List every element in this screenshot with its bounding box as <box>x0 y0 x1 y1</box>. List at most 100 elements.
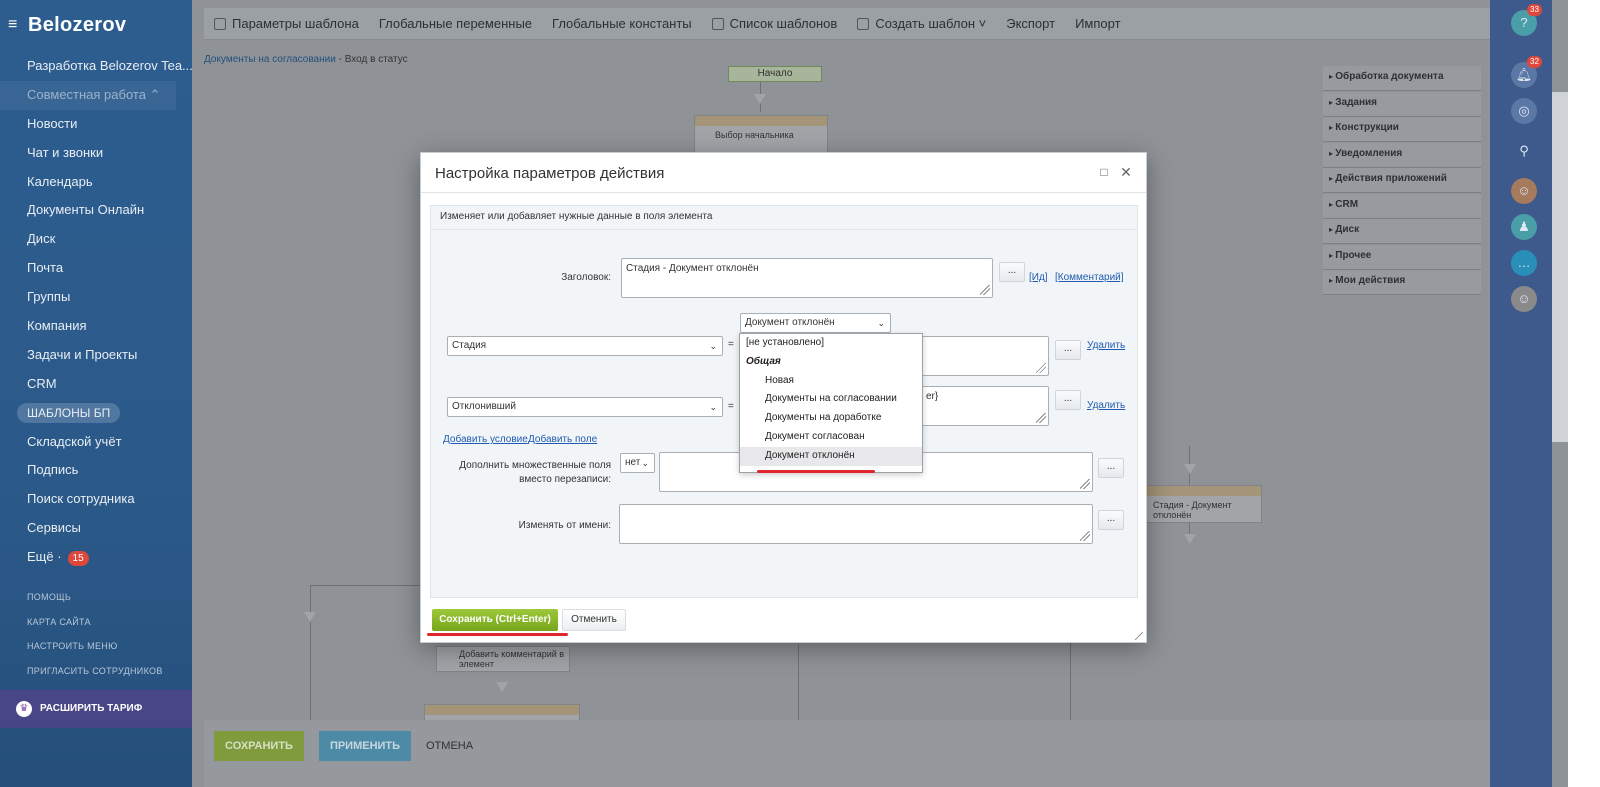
nav-item-services[interactable]: Сервисы <box>0 514 192 543</box>
field2-textarea[interactable]: er} <box>921 386 1049 426</box>
stage-dropdown-list[interactable]: [не установлено] Общая Новая Документы н… <box>739 333 923 473</box>
save-template-button[interactable]: СОХРАНИТЬ <box>214 731 304 761</box>
contact-avatar[interactable]: ☺ <box>1511 286 1537 312</box>
configure-menu-link[interactable]: НАСТРОИТЬ МЕНЮ <box>27 641 163 666</box>
nav-item-news[interactable]: Новости <box>0 110 192 139</box>
field2-delete-link[interactable]: Удалить <box>1087 400 1125 411</box>
activity-group-crm[interactable]: CRM <box>1323 193 1481 219</box>
dropdown-option[interactable]: [не установлено] <box>740 334 922 353</box>
activity-group-app-actions[interactable]: Действия приложений <box>1323 168 1481 193</box>
cancel-button[interactable]: Отменить <box>562 609 626 631</box>
activity-group-constructions[interactable]: Конструкции <box>1323 117 1481 142</box>
nav-item-employee-search[interactable]: Поиск сотрудника <box>0 485 192 514</box>
save-button[interactable]: Сохранить (Ctrl+Enter) <box>432 609 558 631</box>
team-icon[interactable]: ♟ <box>1511 214 1537 240</box>
maximize-icon[interactable]: □ <box>1098 166 1110 178</box>
add-condition-link[interactable]: Добавить условие <box>443 434 528 445</box>
activity-group-tasks[interactable]: Задания <box>1323 91 1481 117</box>
logo[interactable]: ≡ Belozerov <box>8 14 126 37</box>
resize-grip-icon[interactable] <box>1036 363 1046 373</box>
field1-select[interactable]: Стадия ⌄ <box>447 336 723 356</box>
id-link[interactable]: [Ид] <box>1029 272 1048 283</box>
dropdown-option[interactable]: Новая <box>740 372 922 391</box>
flow-block-header <box>425 705 579 715</box>
flow-start-node[interactable]: Начало <box>728 66 822 82</box>
nav-item-chat[interactable]: Чат и звонки <box>0 139 192 168</box>
nav-item-collaboration[interactable]: Совместная работа ⌃ <box>0 80 176 110</box>
flow-block-select-boss[interactable]: Выбор начальника <box>694 115 828 155</box>
dropdown-option[interactable]: Документ согласован <box>740 428 922 447</box>
cancel-template-button[interactable]: ОТМЕНА <box>426 731 473 761</box>
nav-item-more[interactable]: Ещё · 15 <box>0 543 192 572</box>
chevron-down-icon: ⌄ <box>641 458 649 468</box>
flow-block-add-comment[interactable]: Добавить комментарий в элемент <box>436 646 570 672</box>
resize-grip-icon[interactable] <box>1036 413 1046 423</box>
help-link[interactable]: ПОМОЩЬ <box>27 592 163 617</box>
add-field-link[interactable]: Добавить поле <box>528 434 597 445</box>
avatar[interactable]: ☺ <box>1511 178 1537 204</box>
apply-template-button[interactable]: ПРИМЕНИТЬ <box>319 731 411 761</box>
flow-block-next[interactable] <box>424 704 580 721</box>
menu-icon[interactable]: ≡ <box>8 16 22 34</box>
nav-item-disk[interactable]: Диск <box>0 225 192 254</box>
breadcrumb-link[interactable]: Документы на согласовании <box>204 54 336 65</box>
nav-item-warehouse[interactable]: Складской учёт <box>0 428 192 457</box>
activity-group-notifications[interactable]: Уведомления <box>1323 142 1481 168</box>
dropdown-option[interactable]: Документы на доработке <box>740 409 922 428</box>
help-icon[interactable]: ? 33 <box>1511 4 1542 36</box>
toolbar-template-params[interactable]: Параметры шаблона <box>214 16 359 31</box>
left-sidebar: ≡ Belozerov Разработка Belozerov Tea... С… <box>0 0 192 787</box>
toolbar-import[interactable]: Импорт <box>1075 16 1120 31</box>
nav-item-docs-online[interactable]: Документы Онлайн <box>0 196 192 225</box>
globe-icon[interactable]: ◎ <box>1511 98 1537 124</box>
activity-group-my-actions[interactable]: Мои действия <box>1323 270 1481 295</box>
nav-item-mail[interactable]: Почта <box>0 254 192 283</box>
field1-textarea[interactable] <box>921 336 1049 376</box>
change-from-textarea[interactable] <box>619 504 1093 544</box>
stage-value-select[interactable]: Документ отклонён ⌄ <box>740 313 891 333</box>
nav-item-company[interactable]: Компания <box>0 312 192 341</box>
toolbar-create-template[interactable]: Создать шаблон ˅ <box>857 16 986 31</box>
toolbar-template-list[interactable]: Список шаблонов <box>711 16 837 31</box>
change-from-label: Изменять от имени: <box>518 520 611 531</box>
chat-icon[interactable]: … <box>1511 250 1537 276</box>
scrollbar-thumb[interactable] <box>1552 92 1568 442</box>
nav-item-crm[interactable]: CRM <box>0 370 192 399</box>
activity-group-document-processing[interactable]: Обработка документа <box>1323 66 1481 91</box>
resize-grip-icon[interactable] <box>1080 479 1090 489</box>
nav-item-groups[interactable]: Группы <box>0 283 192 312</box>
change-from-dots-button[interactable]: ... <box>1098 510 1124 530</box>
toolbar-export[interactable]: Экспорт <box>1006 16 1055 31</box>
chevron-down-icon: ⌄ <box>709 341 717 351</box>
bell-icon[interactable]: 🔔︎ 32 <box>1511 56 1542 88</box>
activity-group-other[interactable]: Прочее <box>1323 244 1481 270</box>
close-icon[interactable]: ✕ <box>1120 165 1132 179</box>
resize-grip-icon[interactable] <box>1080 531 1090 541</box>
nav-item-signature[interactable]: Подпись <box>0 456 192 485</box>
nav-item-bp-templates[interactable]: ШАБЛОНЫ БП <box>0 399 192 428</box>
field1-dots-button[interactable]: ... <box>1055 340 1081 360</box>
dropdown-option[interactable]: Документы на согласовании <box>740 390 922 409</box>
toolbar-global-variables[interactable]: Глобальные переменные <box>379 16 532 31</box>
dialog-resize-icon[interactable] <box>1135 632 1143 640</box>
flow-block-stage-rejected[interactable]: Стадия - Документ отклонён <box>1144 485 1262 523</box>
nav-item-workspace[interactable]: Разработка Belozerov Tea... <box>0 52 192 81</box>
resize-grip-icon[interactable] <box>980 285 990 295</box>
multi-fields-select[interactable]: нет ⌄ <box>620 453 655 473</box>
multi-fields-dots-button[interactable]: ... <box>1098 458 1124 478</box>
field2-select[interactable]: Отклонивший ⌄ <box>447 397 723 417</box>
upgrade-plan-button[interactable]: ♛ РАСШИРИТЬ ТАРИФ <box>0 690 192 728</box>
nav-item-calendar[interactable]: Календарь <box>0 168 192 197</box>
heading-textarea[interactable]: Стадия - Документ отклонён <box>621 258 993 298</box>
nav-item-tasks[interactable]: Задачи и Проекты <box>0 341 192 370</box>
toolbar-global-constants[interactable]: Глобальные константы <box>552 16 692 31</box>
activity-group-disk[interactable]: Диск <box>1323 219 1481 244</box>
invite-employees-link[interactable]: ПРИГЛАСИТЬ СОТРУДНИКОВ <box>27 666 163 691</box>
sitemap-link[interactable]: КАРТА САЙТА <box>27 617 163 642</box>
heading-dots-button[interactable]: ... <box>999 262 1025 282</box>
comment-link[interactable]: [Комментарий] <box>1055 272 1124 283</box>
search-icon[interactable]: ⚲ <box>1511 138 1537 164</box>
field1-delete-link[interactable]: Удалить <box>1087 340 1125 351</box>
dropdown-option-selected[interactable]: Документ отклонён <box>740 446 922 466</box>
field2-dots-button[interactable]: ... <box>1055 390 1081 410</box>
